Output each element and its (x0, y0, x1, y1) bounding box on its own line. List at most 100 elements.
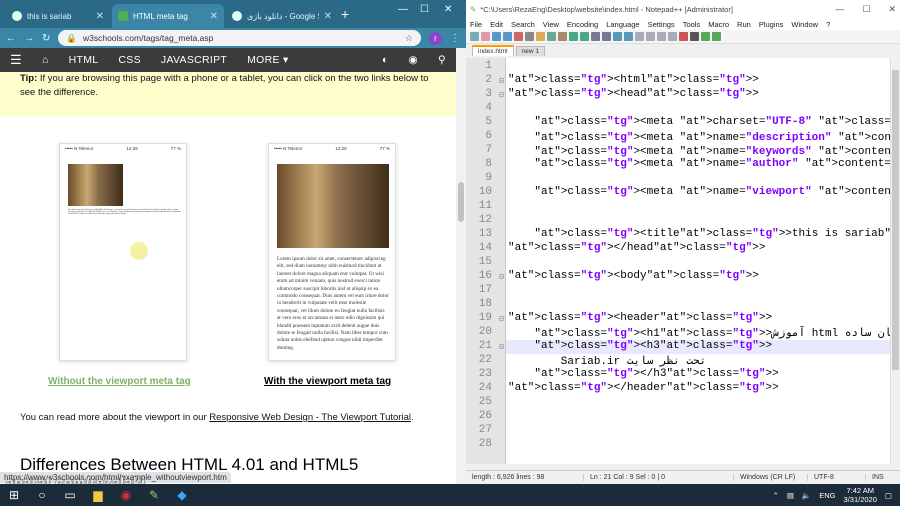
globe-icon[interactable]: ◉ (409, 54, 418, 66)
menu-encoding[interactable]: Encoding (567, 20, 598, 29)
copy-icon[interactable] (547, 32, 556, 41)
new-file-icon[interactable] (470, 32, 479, 41)
menu-search[interactable]: Search (511, 20, 535, 29)
nav-css[interactable]: CSS (108, 54, 151, 66)
sync-scroll-icon[interactable] (635, 32, 644, 41)
search-icon[interactable]: ○ (28, 484, 56, 506)
home-icon[interactable]: ⌂ (32, 54, 59, 66)
menu-settings[interactable]: Settings (648, 20, 675, 29)
menu-tools[interactable]: Tools (683, 20, 701, 29)
clock[interactable]: 7:42 AM 3/31/2020 (844, 486, 877, 504)
file-tab-new1[interactable]: new 1 (515, 46, 545, 56)
language-indicator[interactable]: ENG (819, 491, 835, 500)
star-icon[interactable]: ☆ (405, 33, 413, 44)
zoom-out-icon[interactable] (624, 32, 633, 41)
link-without-viewport[interactable]: Without the viewport meta tag (48, 376, 191, 387)
word-wrap-icon[interactable] (646, 32, 655, 41)
code-line[interactable]: "at">class="tg"><meta "at">charset="UTF-… (508, 116, 900, 128)
viewport-tutorial-link[interactable]: Responsive Web Design - The Viewport Tut… (209, 412, 411, 423)
code-line[interactable]: "at">class="tg"><h1"at">class="tg">>آموز… (508, 326, 900, 340)
close-file-icon[interactable] (514, 32, 523, 41)
zoom-in-icon[interactable] (613, 32, 622, 41)
menu-help[interactable]: ? (826, 20, 830, 29)
paste-icon[interactable] (558, 32, 567, 41)
indent-guide-icon[interactable] (668, 32, 677, 41)
reload-icon[interactable]: ↻ (42, 33, 50, 44)
notepadpp-icon[interactable]: ✎ (140, 484, 168, 506)
print-icon[interactable] (525, 32, 534, 41)
menu-macro[interactable]: Macro (708, 20, 729, 29)
code-line[interactable]: "at">class="tg"><title"at">class="tg">>t… (508, 228, 900, 240)
undo-icon[interactable] (569, 32, 578, 41)
tab-google-search[interactable]: دانلود بازی - Google Search ✕ (226, 4, 338, 28)
close-icon[interactable]: ✕ (324, 11, 332, 22)
fold-marker-icon[interactable]: ⊟ (499, 314, 504, 324)
forward-icon[interactable]: → (24, 33, 34, 44)
open-file-icon[interactable] (481, 32, 490, 41)
fold-marker-icon[interactable]: ⊟ (499, 272, 504, 282)
minimize-icon[interactable]: — (835, 4, 844, 15)
code-line[interactable]: Sariab.ir تحت نظر سایت (508, 354, 706, 368)
close-window-icon[interactable]: ✕ (888, 4, 896, 15)
record-macro-icon[interactable] (679, 32, 688, 41)
app-icon[interactable]: ◆ (168, 484, 196, 506)
fold-marker-icon[interactable]: ⊟ (499, 90, 504, 100)
theme-toggle-icon[interactable]: ◐ (382, 54, 389, 66)
url-field[interactable]: 🔒 w3schools.com/tags/tag_meta.asp ☆ (58, 30, 421, 46)
find-icon[interactable] (591, 32, 600, 41)
code-line[interactable]: "at">class="tg"><meta "at">name="keyword… (508, 144, 900, 158)
play-macro-icon[interactable] (701, 32, 710, 41)
code-line[interactable]: "at">class="tg"><body"at">class="tg">> (508, 270, 759, 282)
close-window-icon[interactable]: ✕ (444, 4, 452, 15)
tab-html-meta[interactable]: HTML meta tag ✕ (112, 4, 224, 28)
link-with-viewport[interactable]: With the viewport meta tag (264, 376, 391, 387)
code-line[interactable]: "at">class="tg"><header"at">class="tg">> (508, 312, 772, 324)
notifications-icon[interactable]: ▢ (885, 491, 892, 500)
maximize-icon[interactable]: ☐ (420, 4, 429, 15)
menu-window[interactable]: Window (791, 20, 818, 29)
network-icon[interactable]: ▤ (787, 491, 794, 500)
code-editor[interactable]: 1 2 ⊟ 3 ⊟ 4 5 6 7 8 9 10 11 12 13 14 15 16 ⊟ 17 18 19 ⊟ 20 21 ⊟ 22… (466, 58, 900, 464)
browser-scrollbar[interactable] (456, 48, 466, 484)
nav-html[interactable]: HTML (59, 54, 109, 66)
file-explorer-icon[interactable]: ▆ (84, 484, 112, 506)
code-line[interactable]: "at">class="tg"><meta "at">name="descrip… (508, 130, 900, 144)
menu-plugins[interactable]: Plugins (759, 20, 784, 29)
hamburger-icon[interactable]: ☰ (0, 52, 32, 68)
menu-file[interactable]: File (470, 20, 482, 29)
menu-run[interactable]: Run (737, 20, 751, 29)
run-macro-icon[interactable] (712, 32, 721, 41)
editor-scrollbar[interactable] (890, 58, 900, 464)
replace-icon[interactable] (602, 32, 611, 41)
scrollbar-thumb[interactable] (458, 182, 464, 222)
file-tab-index[interactable]: index.html (472, 45, 514, 56)
fold-marker-icon[interactable]: ⊟ (499, 76, 504, 86)
tab-sariab[interactable]: this is sariab ✕ (6, 4, 110, 28)
code-line[interactable]: "at">class="tg"><meta "at">name="viewpor… (508, 186, 900, 198)
code-line[interactable]: "at">class="tg"><h3"at">class="tg">> (508, 340, 772, 352)
stop-macro-icon[interactable] (690, 32, 699, 41)
code-line[interactable]: "at">class="tg"></header"at">class="tg">… (508, 382, 779, 394)
task-view-icon[interactable]: ▭ (56, 484, 84, 506)
new-tab-icon[interactable]: + (341, 6, 349, 22)
menu-dots-icon[interactable]: ⋮ (450, 33, 460, 44)
volume-icon[interactable]: 🔈 (802, 491, 811, 500)
maximize-icon[interactable]: ☐ (862, 4, 870, 15)
back-icon[interactable]: ← (6, 33, 16, 44)
cut-icon[interactable] (536, 32, 545, 41)
redo-icon[interactable] (580, 32, 589, 41)
chrome-icon[interactable]: ◉ (112, 484, 140, 506)
show-all-icon[interactable] (657, 32, 666, 41)
close-icon[interactable]: ✕ (210, 11, 218, 22)
code-line[interactable]: "at">class="tg"><html"at">class="tg">> (508, 74, 759, 86)
menu-view[interactable]: View (543, 20, 559, 29)
fold-marker-icon[interactable]: ⊟ (499, 342, 504, 352)
menu-edit[interactable]: Edit (490, 20, 503, 29)
scrollbar-thumb[interactable] (892, 70, 899, 370)
close-icon[interactable]: ✕ (96, 11, 104, 22)
nav-more[interactable]: MORE ▾ (237, 54, 299, 66)
save-icon[interactable] (492, 32, 501, 41)
avatar[interactable]: r (429, 31, 442, 45)
menu-language[interactable]: Language (606, 20, 639, 29)
search-icon[interactable]: ⚲ (438, 54, 446, 66)
